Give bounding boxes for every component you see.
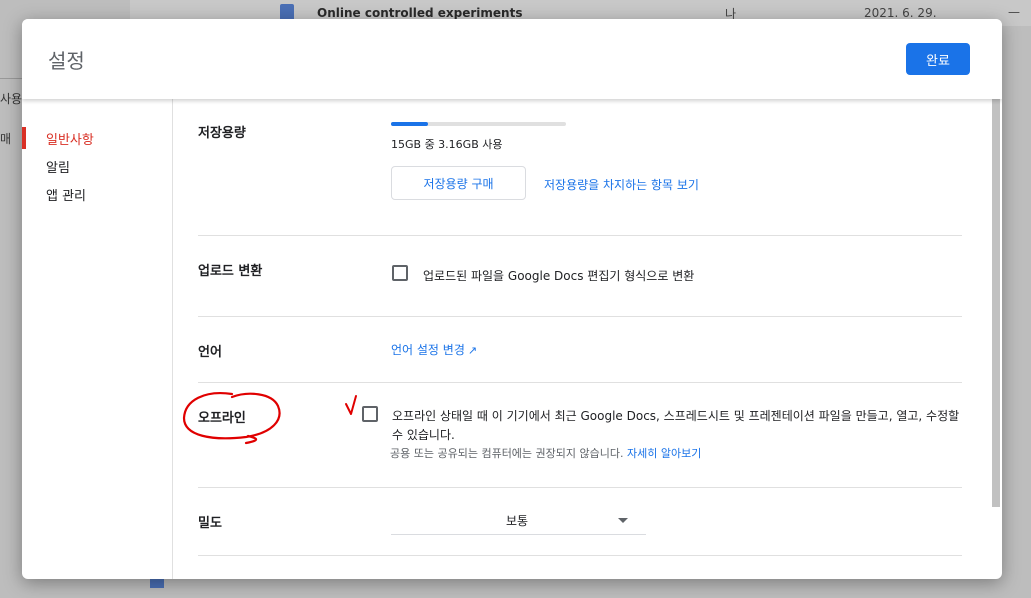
divider [198,316,962,317]
settings-sidebar: 일반사항 알림 앱 관리 [22,99,173,579]
upload-convert-label: 업로드 변환 [198,264,263,279]
offline-note-text: 공용 또는 공유되는 컴퓨터에는 권장되지 않습니다. [390,447,624,460]
sidebar-item-label: 일반사항 [46,133,94,148]
storage-label: 저장용량 [198,126,246,141]
offline-description: 오프라인 상태일 때 이 기기에서 최근 Google Docs, 스프레드시트… [392,409,960,442]
change-language-link-text: 언어 설정 변경 [391,343,465,357]
offline-checkbox[interactable] [362,406,378,422]
file-title: Online controlled experiments [317,6,523,20]
storage-progress-bar [391,122,566,126]
settings-content: 저장용량 15GB 중 3.16GB 사용 저장용량 구매 저장용량을 차지하는… [173,99,1002,579]
buy-storage-button[interactable]: 저장용량 구매 [391,166,526,200]
offline-label: 오프라인 [198,411,246,426]
settings-dialog: 설정 완료 일반사항 알림 앱 관리 저장용량 15GB 중 3.16GB 사용… [22,19,1002,579]
done-button[interactable]: 완료 [906,43,970,75]
storage-progress-fill [391,122,428,126]
dialog-title: 설정 [48,49,85,73]
sidebar-item-general[interactable]: 일반사항 [22,123,172,149]
bg-side-text-a: 사용 [0,92,23,106]
storage-usage-text: 15GB 중 3.16GB 사용 [391,138,503,151]
sidebar-item-label: 앱 관리 [46,189,87,204]
upload-convert-checkbox[interactable] [392,265,408,281]
file-size: — [1008,5,1020,19]
divider [198,555,962,556]
language-label: 언어 [198,345,222,360]
dialog-header: 설정 완료 [22,19,1002,99]
open-in-new-icon: ↗ [467,344,478,357]
density-value: 보통 [506,514,529,528]
divider [198,382,962,383]
sidebar-item-label: 알림 [46,161,70,176]
dropdown-arrow-icon [618,518,628,523]
upload-convert-text: 업로드된 파일을 Google Docs 편집기 형식으로 변환 [423,269,695,283]
density-dropdown[interactable]: 보통 [391,506,646,535]
file-date: 2021. 6. 29. [864,6,937,20]
learn-more-link[interactable]: 자세히 알아보기 [627,447,701,460]
sidebar-item-manage-apps[interactable]: 앱 관리 [22,179,172,205]
bg-divider [0,78,22,79]
view-storage-link[interactable]: 저장용량을 차지하는 항목 보기 [544,176,699,193]
divider [198,235,962,236]
sidebar-item-notifications[interactable]: 알림 [22,151,172,177]
density-label: 밀도 [198,516,222,531]
offline-note: 공용 또는 공유되는 컴퓨터에는 권장되지 않습니다. 자세히 알아보기 [390,445,701,461]
bg-side-text-b: 매 [0,132,12,146]
change-language-link[interactable]: 언어 설정 변경 ↗ [391,341,477,358]
dialog-scrollbar[interactable] [992,99,1000,507]
divider [198,487,962,488]
